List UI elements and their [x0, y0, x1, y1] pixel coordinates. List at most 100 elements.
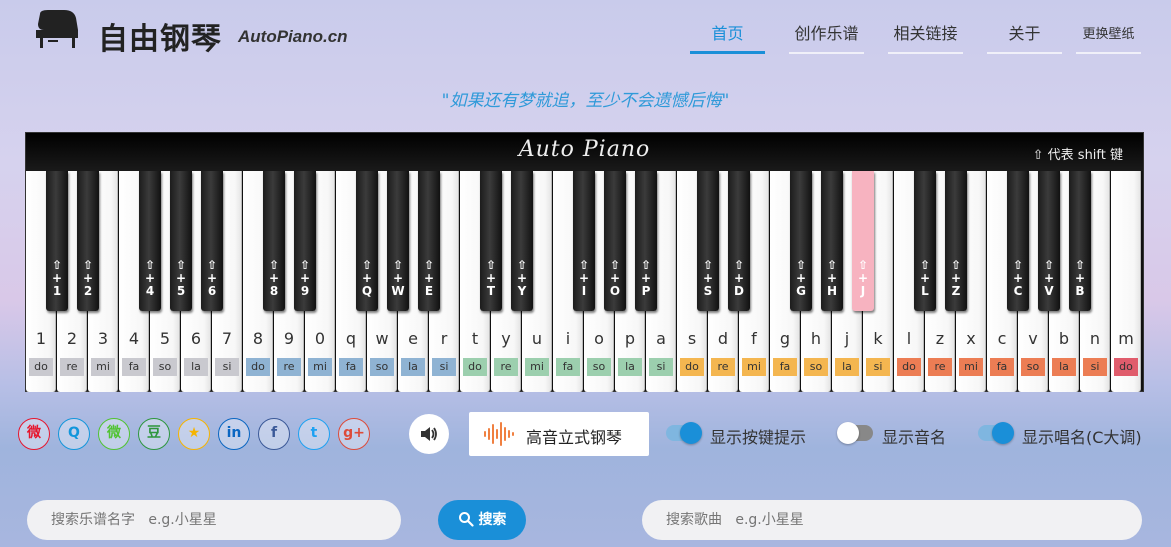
- white-key-m[interactable]: m do: [1111, 171, 1141, 392]
- black-key-2[interactable]: ⇧ +2: [77, 171, 99, 311]
- solfege-badge: do: [897, 358, 921, 376]
- black-key-letter: 8: [269, 284, 279, 298]
- black-key-E[interactable]: ⇧ + E: [418, 171, 440, 311]
- piano-brand: Auto Piano: [518, 137, 651, 162]
- black-key-label: ⇧ + E: [418, 259, 440, 298]
- black-key-H[interactable]: ⇧ + H: [821, 171, 843, 311]
- key-letter: c: [997, 329, 1007, 348]
- black-key-O[interactable]: ⇧ + O: [604, 171, 626, 311]
- solfege-badge: fa: [556, 358, 580, 376]
- qq-icon[interactable]: Q: [58, 418, 90, 450]
- black-key-label: ⇧ + V: [1038, 259, 1060, 298]
- sound-toggle-button[interactable]: [409, 414, 449, 454]
- black-key-letter: H: [826, 284, 838, 298]
- nav-links[interactable]: 相关链接: [888, 20, 963, 54]
- black-key-I[interactable]: ⇧ + I: [573, 171, 595, 311]
- black-key-L[interactable]: ⇧ + L: [914, 171, 936, 311]
- black-key-label: ⇧ +2: [77, 259, 99, 298]
- nav-about[interactable]: 关于: [987, 20, 1062, 54]
- key-letter: h: [810, 329, 822, 348]
- key-letter: 6: [190, 329, 202, 348]
- sound-wave-icon: [484, 422, 514, 446]
- black-key-letter: T: [486, 284, 496, 298]
- solfege-badge: so: [587, 358, 611, 376]
- song-search-input[interactable]: [642, 500, 1142, 540]
- black-key-D[interactable]: ⇧ + D: [728, 171, 750, 311]
- black-key-letter: D: [734, 284, 744, 298]
- black-key-letter: B: [1075, 284, 1085, 298]
- douban-icon[interactable]: 豆: [138, 418, 170, 450]
- black-key-label: ⇧ + I: [573, 259, 595, 298]
- black-key-label: ⇧ + O: [604, 259, 626, 298]
- solfege-badge: do: [1114, 358, 1138, 376]
- header: 自由钢琴 AutoPiano.cn 首页 创作乐谱 相关链接 关于 更换壁纸: [0, 0, 1171, 75]
- black-key-letter: 5: [176, 284, 186, 298]
- black-key-label: ⇧ + Y: [511, 259, 533, 298]
- solfege-badge: re: [494, 358, 518, 376]
- key-letter: 8: [252, 329, 264, 348]
- solfege-badge: fa: [339, 358, 363, 376]
- black-key-4[interactable]: ⇧ +4: [139, 171, 161, 311]
- black-key-B[interactable]: ⇧ + B: [1069, 171, 1091, 311]
- nav-change-wallpaper[interactable]: 更换壁纸: [1076, 23, 1141, 54]
- black-key-Y[interactable]: ⇧ + Y: [511, 171, 533, 311]
- key-letter: k: [873, 329, 883, 348]
- solfege-badge: mi: [959, 358, 983, 376]
- facebook-icon[interactable]: f: [258, 418, 290, 450]
- black-key-J[interactable]: ⇧ + J: [852, 171, 874, 311]
- solfege-badge: mi: [525, 358, 549, 376]
- black-key-label: ⇧ +5: [170, 259, 192, 298]
- black-key-label: ⇧ +1: [46, 259, 68, 298]
- key-letter: g: [779, 329, 791, 348]
- black-key-label: ⇧ + P: [635, 259, 657, 298]
- black-key-letter: C: [1013, 284, 1023, 298]
- nav-home[interactable]: 首页: [690, 20, 765, 54]
- twitter-icon[interactable]: t: [298, 418, 330, 450]
- solfege-badge: fa: [773, 358, 797, 376]
- black-key-letter: E: [424, 284, 434, 298]
- black-key-letter: O: [609, 284, 621, 298]
- solfege-badge: la: [401, 358, 425, 376]
- black-key-label: ⇧ + C: [1007, 259, 1029, 298]
- googleplus-icon[interactable]: g+: [338, 418, 370, 450]
- black-key-5[interactable]: ⇧ +5: [170, 171, 192, 311]
- solfege-badge: si: [215, 358, 239, 376]
- black-key-9[interactable]: ⇧ +9: [294, 171, 316, 311]
- qzone-icon[interactable]: ★: [178, 418, 210, 450]
- solfege-badge: re: [928, 358, 952, 376]
- score-search-input[interactable]: [27, 500, 401, 540]
- black-key-P[interactable]: ⇧ + P: [635, 171, 657, 311]
- black-key-V[interactable]: ⇧ + V: [1038, 171, 1060, 311]
- key-letter: f: [751, 329, 757, 348]
- note-name-toggle[interactable]: [837, 422, 873, 444]
- black-key-8[interactable]: ⇧ +8: [263, 171, 285, 311]
- black-key-Z[interactable]: ⇧ + Z: [945, 171, 967, 311]
- black-key-G[interactable]: ⇧ + G: [790, 171, 812, 311]
- nav-compose[interactable]: 创作乐谱: [789, 20, 864, 54]
- black-key-S[interactable]: ⇧ + S: [697, 171, 719, 311]
- key-hint-toggle[interactable]: [666, 422, 702, 444]
- key-letter: q: [345, 329, 357, 348]
- linkedin-icon[interactable]: in: [218, 418, 250, 450]
- black-key-6[interactable]: ⇧ +6: [201, 171, 223, 311]
- black-key-T[interactable]: ⇧ + T: [480, 171, 502, 311]
- black-key-Q[interactable]: ⇧ + Q: [356, 171, 378, 311]
- black-key-W[interactable]: ⇧ + W: [387, 171, 409, 311]
- solfege-badge: so: [804, 358, 828, 376]
- instrument-selector[interactable]: 高音立式钢琴: [469, 412, 649, 456]
- black-key-1[interactable]: ⇧ +1: [46, 171, 68, 311]
- black-key-label: ⇧ + D: [728, 259, 750, 298]
- black-key-label: ⇧ + W: [387, 259, 409, 298]
- wechat-icon[interactable]: 微: [98, 418, 130, 450]
- black-key-label: ⇧ +8: [263, 259, 285, 298]
- black-key-letter: G: [796, 284, 806, 298]
- piano-top-bar: Auto Piano ⇧ 代表 shift 键: [26, 133, 1143, 171]
- solfege-badge: la: [1052, 358, 1076, 376]
- weibo-icon[interactable]: 微: [18, 418, 50, 450]
- black-key-letter: I: [581, 284, 587, 298]
- black-key-C[interactable]: ⇧ + C: [1007, 171, 1029, 311]
- solfege-badge: si: [432, 358, 456, 376]
- search-button[interactable]: 搜索: [438, 500, 526, 540]
- piano-keyboard: Auto Piano ⇧ 代表 shift 键 1 do 2 re 3 mi 4 fa 5 so 6…: [25, 132, 1144, 392]
- solfege-toggle[interactable]: [978, 422, 1014, 444]
